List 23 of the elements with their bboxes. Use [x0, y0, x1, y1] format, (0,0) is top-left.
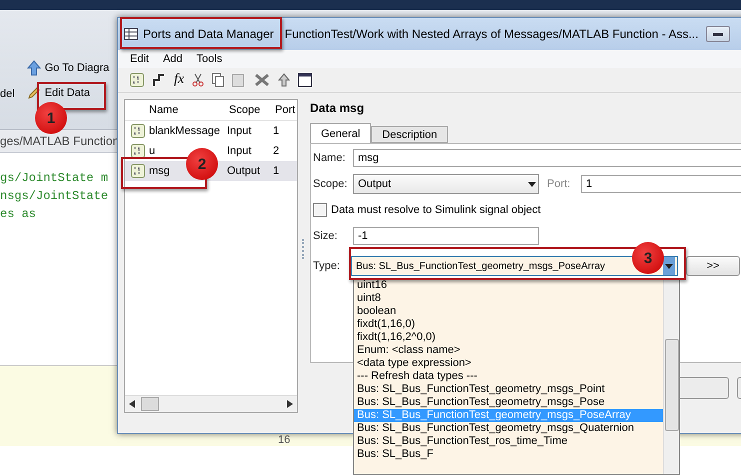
data-name: msg: [149, 165, 170, 177]
field-label: Scope:: [313, 178, 348, 190]
toolbar-label: del: [0, 88, 15, 100]
data-port: 2: [272, 145, 280, 157]
field-label: Size:: [313, 230, 338, 242]
data-port: 1: [272, 125, 280, 137]
data-port: 1: [272, 165, 280, 177]
data-scope: Input: [226, 125, 252, 137]
data-scope: Output: [226, 165, 262, 177]
data-name: u: [149, 145, 156, 157]
line-number: 16: [278, 434, 290, 446]
window-title: Ports and Data Manager: [143, 27, 274, 41]
data-name: blankMessage: [149, 125, 220, 137]
data-scope: Input: [226, 145, 252, 157]
window-path: FunctionTest/Work with Nested Arrays of Messages/MATLAB Function - Ass...: [284, 27, 698, 41]
code-line: es as: [0, 207, 36, 221]
checkbox-label: Data must resolve to Simulink signal object: [331, 204, 541, 216]
code-line: gs/JointState m: [0, 171, 108, 185]
code-line: nsgs/JointState: [0, 189, 108, 203]
field-label: Type:: [313, 260, 341, 272]
field-label: Name:: [313, 152, 346, 164]
details-title: Data msg: [310, 101, 366, 117]
field-label: Port:: [547, 178, 572, 190]
